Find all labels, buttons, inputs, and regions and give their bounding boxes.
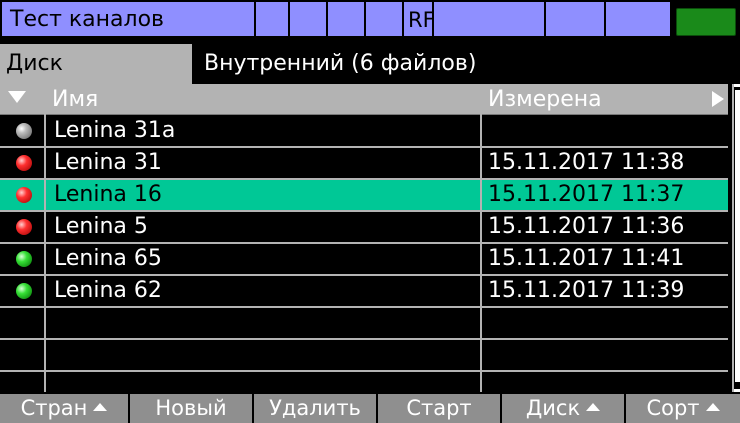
- rf-indicator: RF: [404, 2, 435, 36]
- status-led-icon: [16, 283, 32, 299]
- status-slot-5: [434, 2, 546, 36]
- column-name[interactable]: Имя: [52, 84, 98, 116]
- file-name: Lenina 31: [54, 150, 162, 175]
- file-table[interactable]: Имя Измерена Lenina 31a Lenina 31 15.11.20…: [0, 84, 728, 404]
- table-row[interactable]: Lenina 5 15.11.2017 11:36: [0, 212, 728, 244]
- empty-row: [0, 340, 728, 372]
- measured-date: 15.11.2017 11:36: [488, 214, 685, 239]
- scrollbar[interactable]: [732, 84, 740, 392]
- delete-button[interactable]: Удалить: [254, 394, 378, 423]
- delete-button-label: Удалить: [269, 396, 361, 420]
- title-bar: Тест каналов RF: [0, 0, 740, 38]
- disk-button[interactable]: Диск: [502, 394, 626, 423]
- start-button-label: Старт: [406, 396, 472, 420]
- battery-icon: [676, 8, 736, 36]
- measured-date: 15.11.2017 11:41: [488, 246, 685, 271]
- status-led-icon: [16, 155, 32, 171]
- file-name: Lenina 65: [54, 246, 162, 271]
- start-button[interactable]: Старт: [378, 394, 502, 423]
- triangle-up-icon: [93, 403, 108, 411]
- triangle-up-icon: [705, 403, 720, 411]
- softkey-bar: Стран Новый Удалить Старт Диск Сорт: [0, 394, 740, 423]
- measured-date: 15.11.2017 11:39: [488, 278, 685, 303]
- file-name: Lenina 62: [54, 278, 162, 303]
- new-button[interactable]: Новый: [130, 394, 254, 423]
- status-slot-7: [606, 2, 672, 36]
- table-row[interactable]: Lenina 62 15.11.2017 11:39: [0, 276, 728, 308]
- table-row[interactable]: Lenina 65 15.11.2017 11:41: [0, 244, 728, 276]
- measured-date: 15.11.2017 11:38: [488, 150, 685, 175]
- disk-button-label: Диск: [525, 396, 581, 420]
- triangle-up-icon: [586, 403, 601, 411]
- status-slot-4: [366, 2, 404, 36]
- sort-button-label: Сорт: [646, 396, 700, 420]
- sort-down-icon[interactable]: [8, 91, 26, 103]
- column-divider: [44, 84, 46, 392]
- disk-value[interactable]: Внутренний (6 файлов): [196, 44, 740, 84]
- status-slot-6: [546, 2, 606, 36]
- rf-label: RF: [408, 8, 435, 32]
- status-led-icon: [16, 187, 32, 203]
- empty-row: [0, 308, 728, 340]
- page-button[interactable]: Стран: [0, 394, 130, 423]
- status-slot-3: [328, 2, 366, 36]
- disk-label: Диск: [0, 44, 192, 84]
- scroll-top-cap: [734, 84, 740, 87]
- column-measured[interactable]: Измерена: [488, 84, 602, 116]
- status-slot-2: [290, 2, 328, 36]
- scroll-right-icon[interactable]: [712, 91, 724, 107]
- file-name: Lenina 5: [54, 214, 148, 239]
- table-row[interactable]: Lenina 16 15.11.2017 11:37: [0, 180, 728, 212]
- title-cell: Тест каналов: [2, 2, 256, 36]
- page-title: Тест каналов: [10, 7, 164, 32]
- disk-row[interactable]: Диск Внутренний (6 файлов): [0, 44, 740, 84]
- table-header: Имя Измерена: [0, 84, 728, 115]
- table-row[interactable]: Lenina 31a: [0, 116, 728, 148]
- status-slot-1: [256, 2, 290, 36]
- column-divider: [480, 84, 482, 392]
- file-name: Lenina 31a: [54, 118, 176, 143]
- scroll-bottom-cap: [734, 389, 740, 392]
- status-led-icon: [16, 251, 32, 267]
- new-button-label: Новый: [155, 396, 227, 420]
- file-name: Lenina 16: [54, 182, 162, 207]
- table-row[interactable]: Lenina 31 15.11.2017 11:38: [0, 148, 728, 180]
- measured-date: 15.11.2017 11:37: [488, 182, 685, 207]
- page-button-label: Стран: [20, 396, 88, 420]
- status-led-icon: [16, 219, 32, 235]
- scroll-thumb[interactable]: [735, 90, 740, 382]
- sort-button[interactable]: Сорт: [626, 394, 740, 423]
- status-led-icon: [16, 123, 32, 139]
